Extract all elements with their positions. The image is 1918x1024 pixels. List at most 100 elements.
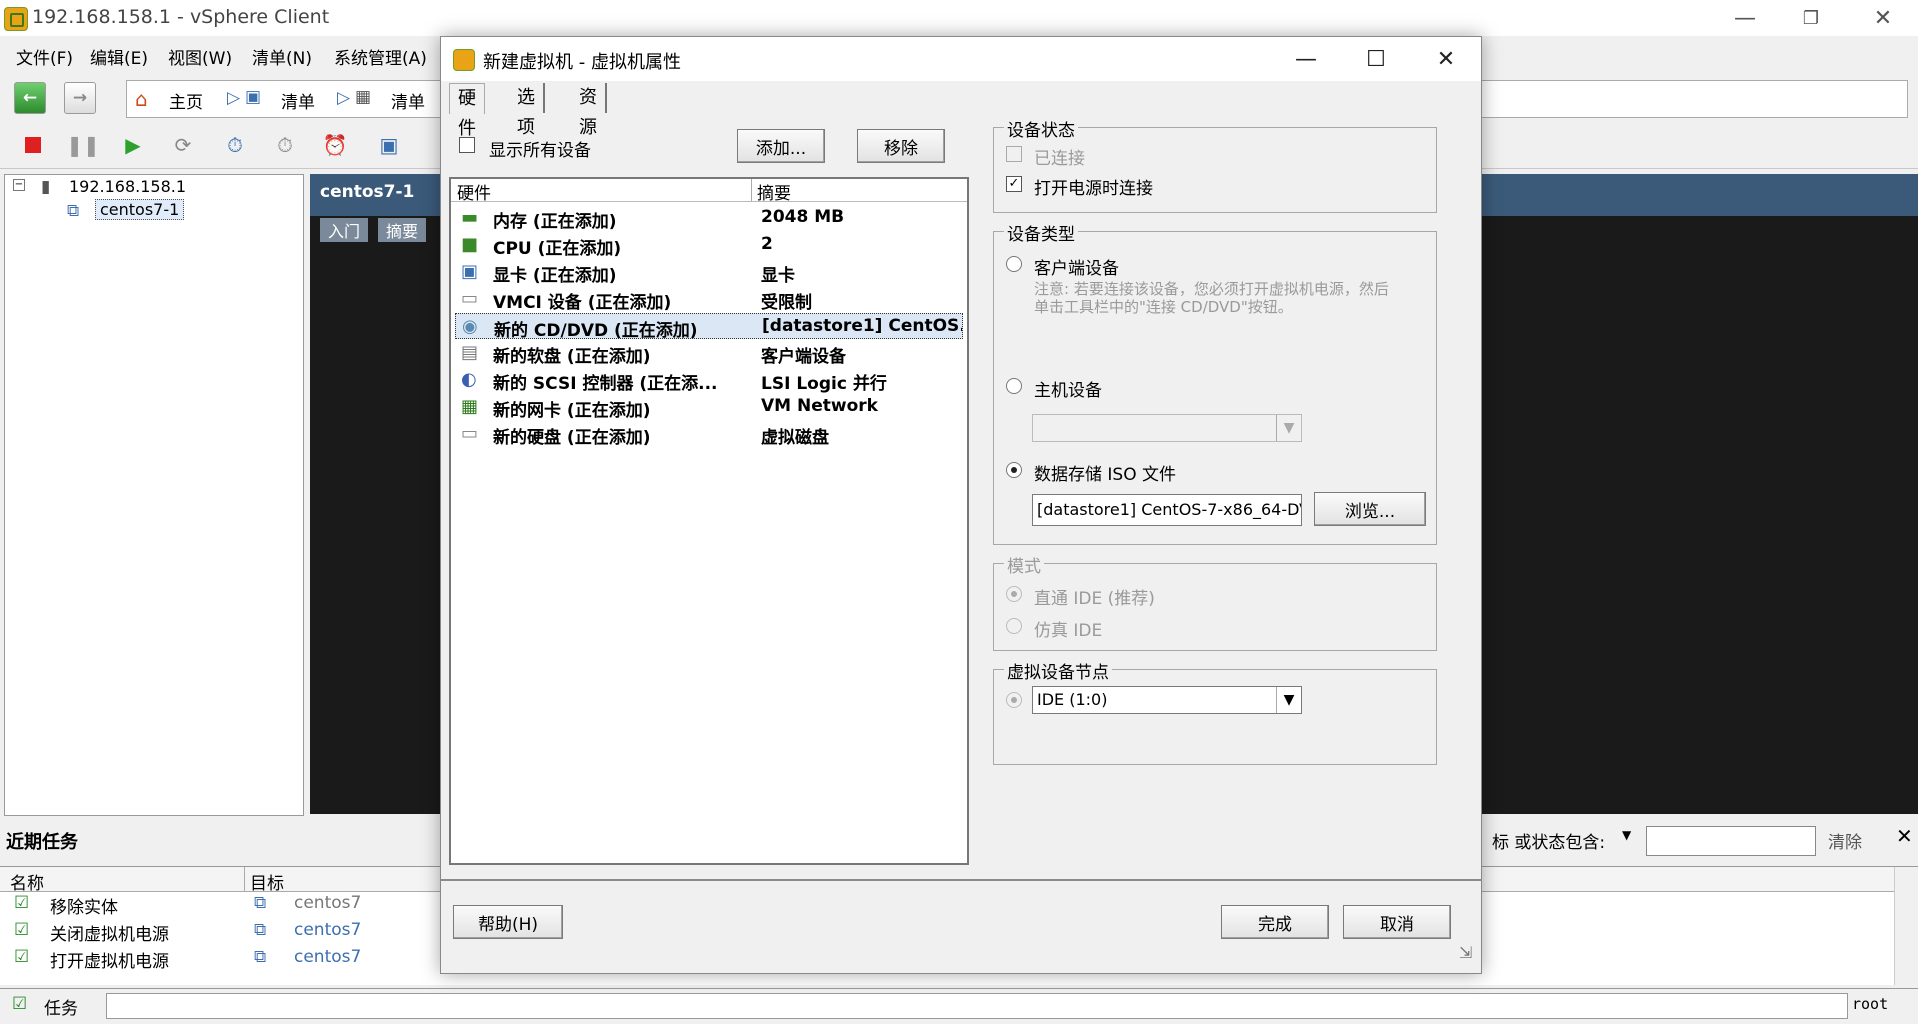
tasks-scrollbar[interactable] [1894,867,1918,985]
hardware-table-header: 硬件 摘要 [451,179,967,204]
status-bar: ☑ 任务 root [0,988,1918,1024]
finish-button[interactable]: 完成 [1221,905,1329,939]
browse-button[interactable]: 浏览... [1314,492,1426,526]
breadcrumb-home[interactable]: 主页 [169,88,203,113]
task-name: 关闭虚拟机电源 [50,925,169,945]
connected-checkbox [1006,146,1022,162]
hardware-name: 新的 SCSI 控制器 (正在添... [493,374,718,394]
hardware-name: 新的 CD/DVD (正在添加) [494,321,698,341]
memory-icon: ▬ [461,207,479,228]
chevron-down-icon[interactable]: ▼ [1276,687,1301,713]
power-on-icon[interactable]: ▶ [118,130,148,160]
restore-button[interactable]: ❐ [1782,0,1840,36]
mode-group: 模式 直通 IDE (推荐) 仿真 IDE [993,552,1437,651]
hardware-summary: 客户端设备 [761,347,846,367]
cdrom-icon: ◉ [462,316,478,337]
tab-resources[interactable]: 资源 [571,83,607,138]
task-target[interactable]: centos7 [294,920,361,940]
hardware-row[interactable]: ▣ 显卡 (正在添加) 显卡 [455,259,963,287]
hardware-name: 新的网卡 (正在添加) [493,401,651,421]
hardware-row[interactable]: ▭ VMCI 设备 (正在添加) 受限制 [455,286,963,314]
resize-grip-icon[interactable]: ⇲ [1459,943,1472,962]
column-name[interactable]: 名称 [10,869,44,894]
connected-label: 已连接 [1034,149,1085,169]
revert-snapshot-icon[interactable]: ⏱ [270,130,300,160]
hardware-summary: [datastore1] CentOS... [762,316,962,336]
main-titlebar: 192.168.158.1 - vSphere Client — ❐ ✕ [0,0,1918,36]
tab-options[interactable]: 选项 [509,83,545,138]
vmci-icon: ▭ [461,288,479,309]
forward-icon[interactable]: → [64,82,96,114]
task-target[interactable]: centos7 [294,947,361,967]
connect-at-power-on-label: 打开电源时连接 [1034,179,1153,199]
clear-filter-link[interactable]: 清除 [1828,828,1862,853]
snapshot-icon[interactable]: ⏱ [220,130,250,160]
mode-title: 模式 [1004,552,1044,577]
minimize-button[interactable]: — [1716,0,1774,36]
breadcrumb-inventory-2[interactable]: 清单 [391,88,425,113]
hardware-row[interactable]: ■ CPU (正在添加) 2 [455,232,963,259]
filter-dropdown-icon[interactable]: ▼ [1622,828,1631,842]
suspend-icon[interactable]: ❚❚ [66,130,100,160]
console-icon[interactable]: ▣ [374,130,404,160]
hardware-summary: 显卡 [761,266,795,286]
collapse-icon[interactable]: − [13,179,25,191]
vsphere-app-icon [4,7,28,31]
dialog-close-button[interactable]: ✕ [1411,37,1481,81]
close-button[interactable]: ✕ [1854,0,1912,36]
hardware-name: CPU (正在添加) [493,239,622,259]
show-all-devices-checkbox[interactable] [459,137,475,153]
column-hardware[interactable]: 硬件 [457,179,491,204]
status-field [106,993,1848,1019]
hardware-name: 显卡 (正在添加) [493,266,617,286]
remove-device-button[interactable]: 移除 [857,129,945,163]
dialog-minimize-button[interactable]: — [1271,37,1341,81]
hardware-row[interactable]: ◉ 新的 CD/DVD (正在添加) [datastore1] CentOS... [455,313,963,341]
column-target[interactable]: 目标 [250,869,284,894]
menu-admin[interactable]: 系统管理(A) [334,44,427,69]
power-off-icon[interactable] [18,130,48,160]
iso-path-input[interactable]: [datastore1] CentOS-7-x86_64-DVD- [1032,494,1302,526]
add-device-button[interactable]: 添加... [737,129,825,163]
dialog-maximize-button[interactable]: ☐ [1341,37,1411,81]
snapshot-manager-icon[interactable]: ⏰ [320,130,350,160]
close-tasks-icon[interactable]: ✕ [1896,824,1913,848]
tree-host-label[interactable]: 192.168.158.1 [69,177,186,196]
hardware-row[interactable]: ▦ 新的网卡 (正在添加) VM Network [455,394,963,421]
tab-hardware[interactable]: 硬件 [449,83,485,139]
task-complete-icon: ☑ [14,947,30,967]
back-icon[interactable]: ← [14,82,46,114]
tree-vm-label[interactable]: centos7-1 [95,199,185,220]
column-summary[interactable]: 摘要 [757,179,791,204]
cancel-button[interactable]: 取消 [1343,905,1451,939]
menu-edit[interactable]: 编辑(E) [90,44,148,69]
tab-summary[interactable]: 摘要 [378,218,427,242]
nic-icon: ▦ [461,396,479,417]
hardware-name: VMCI 设备 (正在添加) [493,293,672,313]
breadcrumb-inventory-1[interactable]: 清单 [281,88,315,113]
menu-file[interactable]: 文件(F) [16,44,73,69]
host-device-radio[interactable] [1006,378,1022,394]
menu-inventory[interactable]: 清单(N) [252,44,312,69]
home-icon: ⌂ [135,87,148,111]
filter-input[interactable] [1646,826,1816,856]
reset-icon[interactable]: ⟳ [168,130,198,160]
monitor-icon: ▣ [461,261,479,282]
hardware-row[interactable]: ▬ 内存 (正在添加) 2048 MB [455,205,963,232]
hardware-row[interactable]: ▤ 新的软盘 (正在添加) 客户端设备 [455,340,963,368]
hardware-row[interactable]: ◐ 新的 SCSI 控制器 (正在添... LSI Logic 并行 [455,367,963,395]
device-type-group: 设备类型 客户端设备 注意: 若要连接该设备，您必须打开虚拟机电源，然后单击工具… [993,220,1437,545]
menu-view[interactable]: 视图(W) [168,44,232,69]
hardware-row[interactable]: ▭ 新的硬盘 (正在添加) 虚拟磁盘 [455,421,963,449]
chevron-down-icon: ▼ [1276,415,1301,441]
datastore-iso-radio[interactable] [1006,462,1022,478]
client-device-radio[interactable] [1006,256,1022,272]
tab-getting-started[interactable]: 入门 [320,218,369,242]
passthrough-ide-radio [1006,586,1022,602]
connect-at-power-on-checkbox[interactable]: ✓ [1006,176,1022,192]
device-node-radio [1006,692,1022,708]
tasks-button[interactable]: 任务 [44,994,78,1019]
hosts-icon: ▦ [355,87,372,107]
help-button[interactable]: 帮助(H) [453,905,563,939]
device-node-select[interactable]: IDE (1:0) ▼ [1032,686,1302,714]
